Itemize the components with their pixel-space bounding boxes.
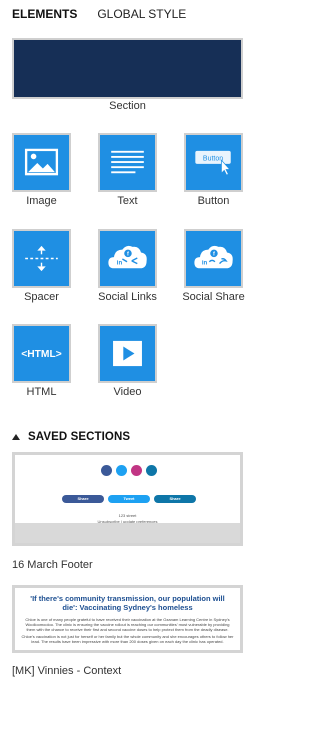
- card-headline-line2: die': Vaccinating Sydney's homeless: [62, 603, 193, 612]
- button-preview-text: Button: [203, 156, 223, 163]
- facebook-icon: [101, 465, 112, 476]
- instagram-icon: [131, 465, 142, 476]
- section-label: Section: [109, 100, 146, 112]
- saved-section-card[interactable]: 'If there's community transmission, our …: [12, 585, 243, 653]
- cloud-social-links-icon: f in: [108, 245, 147, 269]
- collapse-caret-icon[interactable]: [12, 433, 20, 440]
- text-element[interactable]: Text: [98, 133, 157, 207]
- image-tile: [12, 133, 71, 192]
- svg-text:in: in: [117, 261, 123, 267]
- video-tile: [98, 324, 157, 383]
- card-paragraph: Chloe is one of many people grateful to …: [25, 617, 230, 632]
- spacer-tile: [12, 229, 71, 288]
- saved-sections-title: SAVED SECTIONS: [28, 430, 131, 443]
- saved-section-label: 16 March Footer: [12, 559, 93, 571]
- cloud-social-share-icon: f in: [194, 245, 233, 269]
- social-share-tile: f in: [184, 229, 243, 288]
- svg-text:f: f: [213, 252, 215, 258]
- card-headline-line1: 'If there's community transmission, our …: [30, 594, 225, 603]
- social-share-element[interactable]: f in Social Share: [182, 229, 245, 303]
- facebook-share-button: Share: [62, 495, 104, 503]
- button-label: Button: [197, 195, 230, 207]
- button-element[interactable]: Button Button: [184, 133, 243, 207]
- tab-global-style[interactable]: GLOBAL STYLE: [97, 6, 186, 22]
- button-tile: Button: [184, 133, 243, 192]
- twitter-icon: [116, 465, 127, 476]
- html-code-icon: <HTML>: [21, 349, 61, 360]
- card-paragraph: Chloe's vaccination is not just for hers…: [21, 634, 234, 644]
- video-label: Video: [113, 386, 142, 398]
- html-element[interactable]: <HTML> HTML: [12, 324, 71, 398]
- card-footer-band: [15, 523, 240, 543]
- tab-bar: ELEMENTS GLOBAL STYLE: [12, 6, 186, 22]
- text-lines-icon: [111, 150, 144, 174]
- twitter-tweet-button: Tweet: [108, 495, 150, 503]
- saved-section-label: [MK] Vinnies - Context: [12, 665, 122, 677]
- saved-sections-header[interactable]: SAVED SECTIONS: [12, 430, 130, 443]
- button-cursor-icon: Button: [195, 150, 231, 176]
- tab-elements[interactable]: ELEMENTS: [12, 6, 77, 22]
- image-icon: [24, 148, 59, 176]
- html-tile: <HTML>: [12, 324, 71, 383]
- video-element[interactable]: Video: [98, 324, 157, 398]
- spacer-icon: [25, 245, 58, 272]
- card-headline: 'If there's community transmission, our …: [19, 594, 236, 612]
- linkedin-share-button: Share: [154, 495, 196, 503]
- play-icon: [113, 340, 142, 367]
- svg-text:in: in: [202, 261, 208, 267]
- section-element[interactable]: Section: [12, 38, 243, 112]
- section-preview: [12, 38, 243, 99]
- image-element[interactable]: Image: [12, 133, 71, 207]
- social-share-label: Social Share: [182, 291, 245, 303]
- saved-section-card[interactable]: Share Tweet Share 123 street Unsubscribe…: [12, 452, 243, 546]
- linkedin-icon: [146, 465, 157, 476]
- text-tile: [98, 133, 157, 192]
- svg-text:f: f: [127, 252, 129, 258]
- social-links-element[interactable]: f in Social Links: [98, 229, 157, 303]
- street-address: 123 street: [118, 513, 137, 518]
- html-icon-text: <HTML>: [21, 349, 61, 360]
- spacer-element[interactable]: Spacer: [12, 229, 71, 303]
- social-links-tile: f in: [98, 229, 157, 288]
